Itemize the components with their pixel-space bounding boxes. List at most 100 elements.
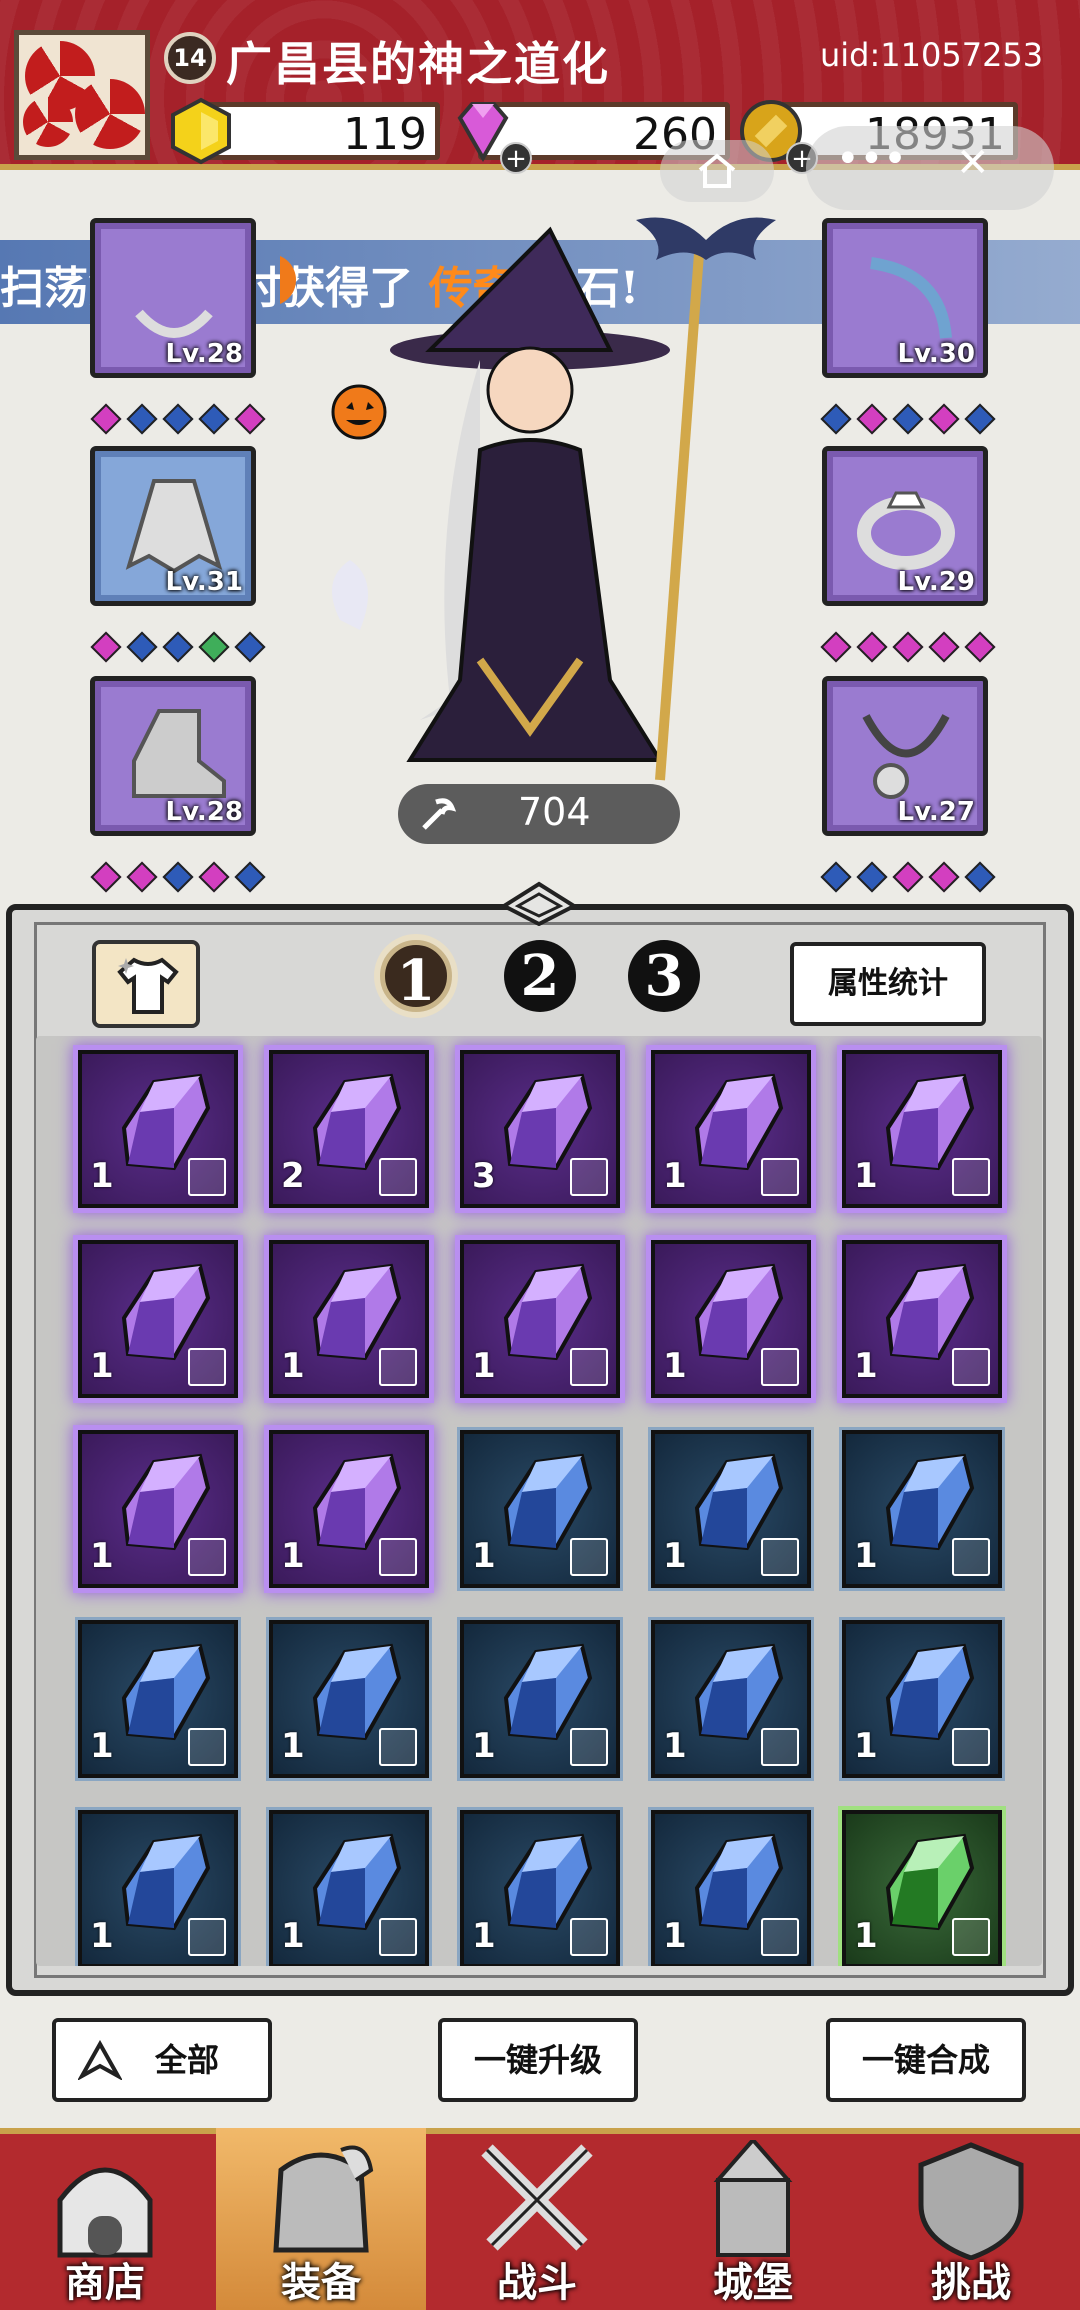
gem-cell[interactable]: 1 (460, 1430, 620, 1588)
castle-icon (713, 2140, 793, 2257)
equip-slot-ring[interactable]: Lv.29 (822, 446, 988, 606)
gem-cell[interactable]: 1 (651, 1620, 811, 1778)
equip-stars (820, 631, 996, 663)
gem-slot-necklace-icon (188, 1918, 226, 1956)
avatar[interactable] (14, 30, 150, 160)
shield-icon (918, 2142, 1024, 2260)
gem-cell[interactable]: 1 (842, 1620, 1002, 1778)
gem-slot-staff-icon (379, 1348, 417, 1386)
gem-cell[interactable]: 1 (78, 1430, 238, 1588)
equip-level: Lv.29 (897, 567, 975, 597)
gem-slot-necklace-icon (570, 1918, 608, 1956)
one-click-merge-button[interactable]: 一键合成 (826, 2018, 1026, 2102)
home-capsule-button[interactable] (660, 140, 774, 202)
gem-cell[interactable]: 1 (78, 1240, 238, 1398)
gem-count: 1 (663, 1726, 687, 1766)
nav-battle-label: 战斗 (497, 2259, 577, 2306)
equip-stars (820, 403, 996, 435)
gem-cell[interactable]: 1 (269, 1620, 429, 1778)
gem-count: 1 (90, 1346, 114, 1386)
gem-slot-staff-icon (761, 1348, 799, 1386)
gem-cell[interactable]: 2 (269, 1050, 429, 1208)
gem-grid: 1 2 3 1 1 1 1 1 1 1 1 1 1 1 1 1 1 1 1 1 1 1 1 1 1 (36, 1036, 1042, 1966)
gem-count: 1 (854, 1536, 878, 1576)
gem-cell[interactable]: 1 (651, 1430, 811, 1588)
gem-cell[interactable]: 1 (78, 1050, 238, 1208)
gem-slot-boot-icon (952, 1158, 990, 1196)
gem-cell[interactable]: 1 (460, 1810, 620, 1966)
nav-shop[interactable]: 商店 (0, 2128, 210, 2310)
equip-slot-necklace[interactable]: Lv.27 (822, 676, 988, 836)
gem-count: 1 (472, 1536, 496, 1576)
gem-count: 1 (472, 1916, 496, 1956)
nav-challenge[interactable]: 挑战 (866, 2128, 1076, 2310)
equip-slot-cloak[interactable]: Lv.31 (90, 446, 256, 606)
equip-level: Lv.28 (165, 797, 243, 827)
nav-castle[interactable]: 城堡 (648, 2128, 858, 2310)
cloak-icon (125, 479, 223, 574)
sword-power-icon (422, 798, 457, 830)
gem-slot-boot-icon (761, 1158, 799, 1196)
menu-capsule: ••• ✕ (806, 126, 1054, 210)
gem-count: 1 (854, 1346, 878, 1386)
equip-level: Lv.31 (165, 567, 243, 597)
equip-slot-bow[interactable]: Lv.30 (822, 218, 988, 378)
gem-cell[interactable]: 1 (651, 1050, 811, 1208)
gem-count: 1 (663, 1536, 687, 1576)
amulet-icon (135, 309, 213, 338)
player-name: 广昌县的神之道化 (226, 37, 610, 91)
gem-count: 1 (281, 1536, 305, 1576)
gem-slot-cloak-icon (952, 1538, 990, 1576)
more-icon[interactable]: ••• (836, 136, 907, 182)
close-icon[interactable]: ✕ (956, 140, 990, 186)
gem-count: 1 (90, 1726, 114, 1766)
gem-cell[interactable]: 1 (78, 1620, 238, 1778)
equip-slot-boots[interactable]: Lv.28 (90, 676, 256, 836)
gem-cell[interactable]: 3 (460, 1050, 620, 1208)
gem-slot-necklace-icon (379, 1538, 417, 1576)
boot-icon (132, 709, 226, 798)
one-click-upgrade-button[interactable]: 一键升级 (438, 2018, 638, 2102)
gem-count: 1 (281, 1916, 305, 1956)
gem-cell[interactable]: 1 (78, 1810, 238, 1966)
gem-cell[interactable]: 1 (651, 1810, 811, 1966)
filter-all-button[interactable]: 全部 (52, 2018, 272, 2102)
gem-slot-ring-icon (952, 1348, 990, 1386)
equip-slot-necklace-top[interactable]: Lv.28 (90, 218, 256, 378)
gem-slot-staff-icon (570, 1728, 608, 1766)
gem-cell[interactable]: 1 (269, 1240, 429, 1398)
gem-cell[interactable]: 1 (269, 1810, 429, 1966)
gem-cell[interactable]: 1 (842, 1810, 1002, 1966)
nav-equipment[interactable]: 装备 (216, 2128, 426, 2310)
gem-cell[interactable]: 1 (460, 1240, 620, 1398)
gem-count: 1 (472, 1726, 496, 1766)
page-tab-2[interactable]: 2 (504, 940, 576, 1012)
gem-cell[interactable]: 1 (460, 1620, 620, 1778)
player-uid: uid:11057253 (820, 36, 1044, 74)
equip-stars (90, 861, 266, 893)
gem-cell[interactable]: 1 (842, 1240, 1002, 1398)
gem-cell[interactable]: 1 (269, 1430, 429, 1588)
gem-count: 1 (90, 1156, 114, 1196)
gold-hex-value: 119 (343, 109, 427, 160)
equip-level: Lv.27 (897, 797, 975, 827)
gem-count: 1 (663, 1346, 687, 1386)
fan-icon (75, 79, 145, 149)
gem-slot-boot-icon (188, 1728, 226, 1766)
gem-slot-cape-icon (952, 1918, 990, 1956)
equip-stars (820, 861, 996, 893)
equip-stars (90, 403, 266, 435)
nav-battle[interactable]: 战斗 (432, 2128, 642, 2310)
necklace-icon (862, 714, 950, 799)
diamond-add-button[interactable]: + (500, 142, 532, 174)
page-tab-3[interactable]: 3 (628, 940, 700, 1012)
page-tab-1[interactable]: 1 (380, 940, 452, 1014)
gem-filter-equipment-button[interactable] (92, 940, 200, 1028)
gem-cell[interactable]: 1 (651, 1240, 811, 1398)
attribute-stats-button[interactable]: 属性统计 (790, 942, 986, 1026)
gem-slot-necklace-icon (761, 1918, 799, 1956)
bat-icon (636, 217, 776, 260)
gem-cell[interactable]: 1 (842, 1050, 1002, 1208)
bag-icon (273, 2145, 374, 2253)
gem-cell[interactable]: 1 (842, 1430, 1002, 1588)
